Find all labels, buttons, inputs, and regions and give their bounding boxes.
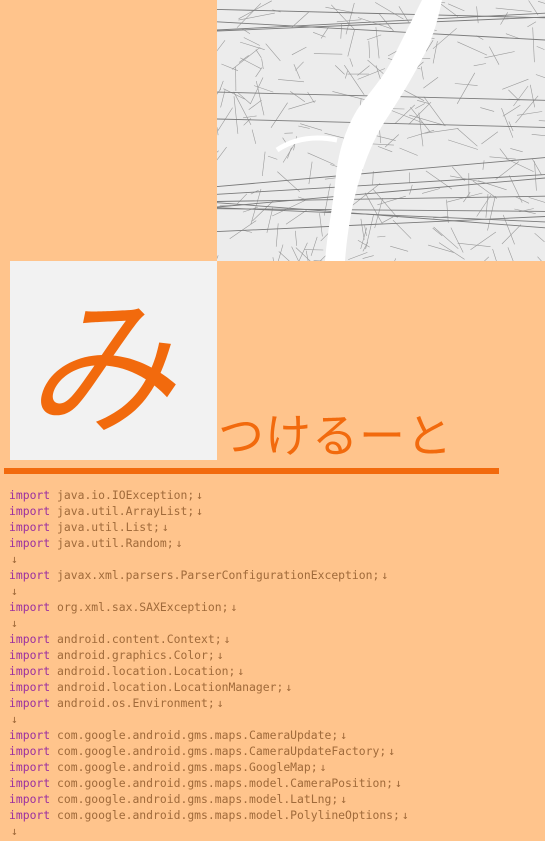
code-line: import org.xml.sax.SAXException; ↓ bbox=[9, 599, 539, 615]
newline-mark: ↓ bbox=[319, 760, 327, 774]
code-line: import com.google.android.gms.maps.model… bbox=[9, 807, 539, 823]
newline-mark: ↓ bbox=[11, 552, 18, 566]
code-text: android.location.LocationManager; bbox=[57, 680, 284, 694]
newline-mark: ↓ bbox=[340, 792, 348, 806]
code-text: java.util.List; bbox=[57, 520, 160, 534]
code-keyword: import bbox=[9, 536, 58, 550]
code-keyword: import bbox=[9, 728, 58, 742]
newline-mark: ↓ bbox=[216, 696, 224, 710]
code-line: import android.location.LocationManager;… bbox=[9, 679, 539, 695]
code-line: import javax.xml.parsers.ParserConfigura… bbox=[9, 567, 539, 583]
code-line: import java.util.List; ↓ bbox=[9, 519, 539, 535]
code-line: import android.content.Context; ↓ bbox=[9, 631, 539, 647]
code-line: import java.util.Random; ↓ bbox=[9, 535, 539, 551]
newline-mark: ↓ bbox=[161, 520, 169, 534]
logo-character: み bbox=[24, 283, 175, 457]
newline-mark: ↓ bbox=[11, 712, 18, 726]
code-text: java.io.IOException; bbox=[57, 488, 195, 502]
code-line: import java.io.IOException; ↓ bbox=[9, 487, 539, 503]
code-keyword: import bbox=[9, 808, 58, 822]
code-line: ↓ bbox=[9, 615, 539, 631]
app-title: つけるーと bbox=[218, 409, 453, 463]
code-keyword: import bbox=[9, 760, 58, 774]
code-line: ↓ bbox=[9, 711, 539, 727]
newline-mark: ↓ bbox=[401, 808, 409, 822]
newline-mark: ↓ bbox=[223, 632, 231, 646]
code-text: com.google.android.gms.maps.CameraUpdate… bbox=[57, 744, 387, 758]
code-text: android.location.Location; bbox=[57, 664, 236, 678]
code-text: java.util.ArrayList; bbox=[57, 504, 195, 518]
code-line: ↓ bbox=[9, 823, 539, 839]
code-block: import java.io.IOException; ↓ import java.… bbox=[9, 487, 539, 839]
newline-mark: ↓ bbox=[11, 584, 18, 598]
logo-box: み bbox=[10, 261, 217, 460]
code-line: import com.google.android.gms.maps.model… bbox=[9, 791, 539, 807]
code-keyword: import bbox=[9, 776, 58, 790]
title-divider bbox=[4, 468, 499, 474]
code-line: import com.google.android.gms.maps.Googl… bbox=[9, 759, 539, 775]
code-keyword: import bbox=[9, 744, 58, 758]
newline-mark: ↓ bbox=[216, 648, 224, 662]
code-line: import com.google.android.gms.maps.model… bbox=[9, 775, 539, 791]
code-line: ↓ bbox=[9, 583, 539, 599]
code-line: import android.os.Environment; ↓ bbox=[9, 695, 539, 711]
code-text: com.google.android.gms.maps.model.LatLng… bbox=[57, 792, 339, 806]
code-keyword: import bbox=[9, 488, 58, 502]
code-keyword: import bbox=[9, 632, 58, 646]
newline-mark: ↓ bbox=[237, 664, 245, 678]
code-line: import com.google.android.gms.maps.Camer… bbox=[9, 743, 539, 759]
newline-mark: ↓ bbox=[395, 776, 402, 790]
code-text: javax.xml.parsers.ParserConfigurationExc… bbox=[57, 568, 380, 582]
code-line: import android.graphics.Color; ↓ bbox=[9, 647, 539, 663]
code-keyword: import bbox=[9, 792, 58, 806]
code-keyword: import bbox=[9, 520, 58, 534]
code-text: java.util.Random; bbox=[57, 536, 174, 550]
street-map-graphic bbox=[217, 0, 545, 261]
newline-mark: ↓ bbox=[196, 504, 204, 518]
code-keyword: import bbox=[9, 648, 58, 662]
code-line: ↓ bbox=[9, 551, 539, 567]
newline-mark: ↓ bbox=[11, 824, 18, 838]
code-text: com.google.android.gms.maps.model.Polyli… bbox=[57, 808, 400, 822]
newline-mark: ↓ bbox=[340, 728, 348, 742]
code-line: import java.util.ArrayList; ↓ bbox=[9, 503, 539, 519]
newline-mark: ↓ bbox=[175, 536, 183, 550]
code-keyword: import bbox=[9, 504, 58, 518]
code-keyword: import bbox=[9, 568, 58, 582]
code-text: org.xml.sax.SAXException; bbox=[57, 600, 229, 614]
code-text: android.content.Context; bbox=[57, 632, 222, 646]
code-keyword: import bbox=[9, 680, 58, 694]
code-keyword: import bbox=[9, 664, 58, 678]
code-text: com.google.android.gms.maps.CameraUpdate… bbox=[57, 728, 339, 742]
newline-mark: ↓ bbox=[196, 488, 204, 502]
code-text: android.graphics.Color; bbox=[57, 648, 215, 662]
newline-mark: ↓ bbox=[230, 600, 238, 614]
code-keyword: import bbox=[9, 696, 58, 710]
newline-mark: ↓ bbox=[388, 744, 396, 758]
code-keyword: import bbox=[9, 600, 58, 614]
code-text: com.google.android.gms.maps.model.Camera… bbox=[57, 776, 394, 790]
code-line: import com.google.android.gms.maps.Camer… bbox=[9, 727, 539, 743]
newline-mark: ↓ bbox=[285, 680, 293, 694]
map-image bbox=[217, 0, 545, 261]
code-line: import android.location.Location; ↓ bbox=[9, 663, 539, 679]
newline-mark: ↓ bbox=[11, 616, 18, 630]
newline-mark: ↓ bbox=[381, 568, 389, 582]
code-text: android.os.Environment; bbox=[57, 696, 215, 710]
code-text: com.google.android.gms.maps.GoogleMap; bbox=[57, 760, 318, 774]
